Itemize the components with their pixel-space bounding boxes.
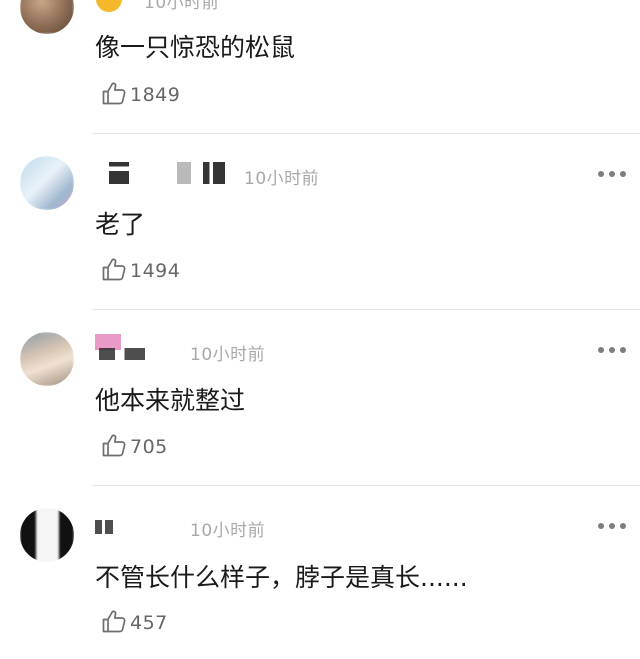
like-count: 1494 <box>130 260 181 282</box>
divider <box>93 485 640 486</box>
thumbs-up-icon <box>101 80 127 110</box>
username-mosaic <box>109 162 129 184</box>
comment-text: 不管长什么样子，脖子是真长...... <box>95 563 468 592</box>
like-count: 705 <box>130 436 168 458</box>
username-mosaic <box>177 162 191 184</box>
avatar[interactable] <box>20 156 74 210</box>
thumbs-up-icon <box>101 608 127 638</box>
comment-text: 像一只惊恐的松鼠 <box>95 33 296 62</box>
avatar[interactable] <box>20 508 74 562</box>
comment-text: 他本来就整过 <box>95 386 246 415</box>
thumbs-up-icon <box>101 432 127 462</box>
like-button[interactable]: 705 <box>101 432 168 462</box>
more-dots-icon[interactable] <box>598 169 626 179</box>
comment-text: 老了 <box>95 210 146 239</box>
comment-time: 10小时前 <box>144 0 220 13</box>
username-mosaic <box>203 162 225 184</box>
username-mosaic <box>99 348 145 360</box>
comment-time: 10小时前 <box>244 169 320 189</box>
like-button[interactable]: 457 <box>101 608 168 638</box>
emoji-badge-icon <box>96 0 122 12</box>
divider <box>93 133 640 134</box>
comment-time: 10小时前 <box>190 521 266 541</box>
thumbs-up-icon <box>101 256 127 286</box>
more-dots-icon[interactable] <box>598 345 626 355</box>
like-count: 457 <box>130 612 168 634</box>
username[interactable] <box>95 158 245 188</box>
like-count: 1849 <box>130 84 181 106</box>
more-dots-icon[interactable] <box>598 521 626 531</box>
avatar[interactable] <box>20 0 74 34</box>
divider <box>93 309 640 310</box>
like-button[interactable]: 1494 <box>101 256 180 286</box>
comment-time: 10小时前 <box>190 345 266 365</box>
avatar[interactable] <box>20 332 74 386</box>
like-button[interactable]: 1849 <box>101 80 180 110</box>
username-mosaic <box>95 520 113 534</box>
